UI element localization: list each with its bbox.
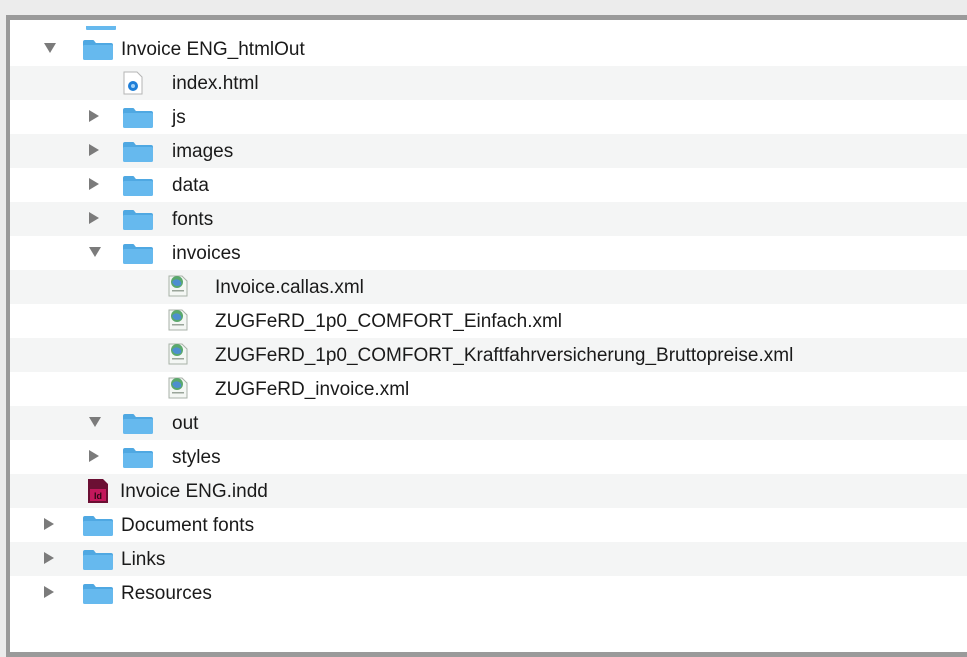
item-label: Invoice ENG.indd: [120, 481, 268, 502]
folder-row[interactable]: styles: [10, 440, 967, 474]
disclosure-expanded-icon[interactable]: [89, 247, 101, 257]
file-row[interactable]: ZUGFeRD_invoice.xml: [10, 372, 967, 406]
folder-icon: [82, 583, 114, 610]
item-label: fonts: [172, 209, 214, 230]
item-label: styles: [172, 447, 221, 468]
item-label: ZUGFeRD_1p0_COMFORT_Einfach.xml: [215, 311, 563, 332]
folder-row[interactable]: js: [10, 100, 967, 134]
xml-file-icon: [166, 376, 190, 405]
file-row[interactable]: ZUGFeRD_1p0_COMFORT_Einfach.xml: [10, 304, 967, 338]
folder-row[interactable]: data: [10, 168, 967, 202]
item-label: Resources: [121, 583, 212, 604]
folder-icon: [122, 141, 154, 168]
disclosure-collapsed-icon[interactable]: [44, 586, 54, 598]
previous-row-partial: [10, 20, 967, 30]
folder-row[interactable]: out: [10, 406, 967, 440]
disclosure-collapsed-icon[interactable]: [44, 518, 54, 530]
item-label: invoices: [172, 243, 241, 264]
folder-row[interactable]: Invoice ENG_htmlOut: [10, 32, 967, 66]
folder-icon: [122, 413, 154, 440]
svg-text:Id: Id: [94, 491, 102, 501]
disclosure-expanded-icon[interactable]: [89, 417, 101, 427]
folder-icon: [86, 26, 116, 30]
item-label: Invoice ENG_htmlOut: [121, 39, 305, 60]
file-row[interactable]: ZUGFeRD_1p0_COMFORT_Kraftfahrversicherun…: [10, 338, 967, 372]
folder-row[interactable]: fonts: [10, 202, 967, 236]
html-file-icon: [122, 71, 144, 100]
disclosure-collapsed-icon[interactable]: [89, 212, 99, 224]
folder-icon: [82, 515, 114, 542]
file-row[interactable]: index.html: [10, 66, 967, 100]
disclosure-collapsed-icon[interactable]: [89, 110, 99, 122]
disclosure-collapsed-icon[interactable]: [44, 552, 54, 564]
folder-row[interactable]: images: [10, 134, 967, 168]
item-label: out: [172, 413, 199, 434]
folder-icon: [122, 107, 154, 134]
item-label: ZUGFeRD_1p0_COMFORT_Kraftfahrversicherun…: [215, 345, 794, 366]
folder-icon: [122, 175, 154, 202]
disclosure-collapsed-icon[interactable]: [89, 144, 99, 156]
file-browser-panel: Invoice ENG_htmlOut index.html js images dat…: [10, 20, 967, 652]
disclosure-collapsed-icon[interactable]: [89, 450, 99, 462]
folder-icon: [122, 209, 154, 236]
file-row[interactable]: Invoice.callas.xml: [10, 270, 967, 304]
folder-icon: [82, 549, 114, 576]
xml-file-icon: [166, 274, 190, 303]
folder-row[interactable]: Resources: [10, 576, 967, 610]
xml-file-icon: [166, 342, 190, 371]
folder-icon: [122, 243, 154, 270]
item-label: data: [172, 175, 209, 196]
item-label: Links: [121, 549, 166, 570]
item-label: js: [172, 107, 186, 128]
folder-icon: [82, 39, 114, 66]
item-label: ZUGFeRD_invoice.xml: [215, 379, 410, 400]
file-row[interactable]: Id Invoice ENG.indd: [10, 474, 967, 508]
folder-row[interactable]: Document fonts: [10, 508, 967, 542]
indesign-file-icon: Id: [86, 478, 110, 509]
folder-icon: [122, 447, 154, 474]
item-label: Document fonts: [121, 515, 255, 536]
folder-row[interactable]: Links: [10, 542, 967, 576]
item-label: index.html: [172, 73, 259, 94]
item-label: Invoice.callas.xml: [215, 277, 364, 298]
disclosure-collapsed-icon[interactable]: [89, 178, 99, 190]
item-label: images: [172, 141, 234, 162]
disclosure-expanded-icon[interactable]: [44, 43, 56, 53]
xml-file-icon: [166, 308, 190, 337]
folder-row[interactable]: invoices: [10, 236, 967, 270]
